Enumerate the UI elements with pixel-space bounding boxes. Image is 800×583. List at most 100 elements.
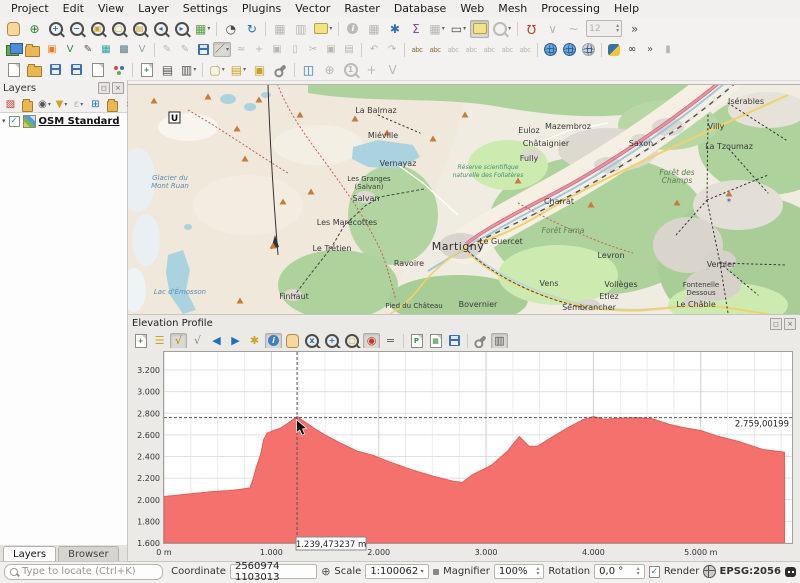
data-source-manager-button[interactable] (4, 42, 21, 57)
layer-expander-icon[interactable]: ▾ (2, 117, 6, 125)
toolbar-extension-button[interactable]: » (642, 42, 658, 57)
crs-status[interactable]: EPSG:2056 (720, 566, 781, 577)
select-features-button[interactable]: ▢▾ (207, 61, 226, 79)
new-map-view-button[interactable]: ▦▾ (193, 20, 212, 38)
zoom-last-button[interactable]: ◂ (151, 20, 170, 38)
capture-curve-button[interactable]: √ (170, 333, 187, 349)
show-layout-list-button[interactable]: ▥▾ (179, 61, 198, 79)
menu-plugins[interactable]: Plugins (235, 1, 288, 16)
project-new-button[interactable] (4, 61, 23, 79)
magnifier-spinbox[interactable]: 100% ▴▾ (494, 564, 544, 579)
measure-line-button[interactable]: ▭▾ (449, 20, 468, 38)
identify-features-button[interactable]: i (265, 333, 282, 349)
zoom-to-layer-button[interactable]: ▤ (130, 20, 149, 38)
zoom-full-button[interactable]: ▣ (88, 20, 107, 38)
zoom-in-button[interactable]: + (46, 20, 65, 38)
rotation-spinbox[interactable]: 0,0 ° ▴▾ (594, 564, 644, 579)
show-layer-tree-button[interactable]: ☰ (151, 333, 168, 349)
render-checkbox[interactable]: ✓ (649, 566, 660, 578)
layer-row-osm-standard[interactable]: ▾ ✓ OSM Standard (0, 113, 127, 129)
expand-all-button[interactable]: ⊞ (88, 97, 103, 112)
metasearch-services-button[interactable] (561, 42, 578, 57)
add-raster-layer-button[interactable]: ▩ (116, 42, 132, 57)
menu-edit[interactable]: Edit (56, 1, 91, 16)
layer-visibility-checkbox[interactable]: ✓ (9, 116, 20, 127)
mouse-position-icon[interactable]: ⊕ (321, 566, 330, 577)
project-save-as-button[interactable] (67, 61, 86, 79)
menu-mesh[interactable]: Mesh (491, 1, 534, 16)
menu-view[interactable]: View (91, 1, 131, 16)
layers-panel-float-button[interactable]: ◻ (98, 82, 110, 94)
layers-panel-close-button[interactable]: × (112, 82, 124, 94)
pan-to-selection-button[interactable]: ⊕ (25, 20, 44, 38)
tab-browser[interactable]: Browser (58, 546, 119, 562)
save-results-button[interactable] (446, 333, 463, 349)
snapping-button[interactable]: ◉ (363, 333, 380, 349)
spinner-arrows-icon[interactable]: ▴▾ (637, 567, 640, 577)
deselect-features-button[interactable]: ▣ (250, 61, 269, 79)
remove-layer-button[interactable] (105, 97, 120, 112)
pan-map-button[interactable] (4, 20, 23, 38)
spinner-arrows-icon[interactable]: ▴▾ (536, 567, 539, 577)
profile-panel-close-button[interactable]: × (784, 318, 796, 330)
menu-web[interactable]: Web (453, 1, 491, 16)
python-console-button[interactable] (606, 42, 622, 57)
annotations-button[interactable]: ▾ (312, 20, 334, 38)
layer-labeling-button[interactable]: abc (409, 42, 425, 57)
profile-panel-float-button[interactable]: ◻ (770, 318, 782, 330)
digitizing-size-spinbox[interactable]: 12▴▾ (586, 20, 622, 37)
metasearch-button[interactable] (542, 42, 559, 57)
nudge-right-button[interactable]: ▶ (227, 333, 244, 349)
select-by-form-button[interactable]: ▤▾ (229, 61, 248, 79)
tab-layers[interactable]: Layers (3, 546, 56, 562)
map-tips-button[interactable] (470, 20, 489, 38)
project-save-button[interactable] (46, 61, 65, 79)
add-layers-button[interactable]: + (132, 333, 149, 349)
dock-panel-button[interactable]: ▥ (491, 333, 508, 349)
scale-combobox[interactable]: 1:100062 ▾ (365, 564, 428, 579)
menu-database[interactable]: Database (387, 1, 454, 16)
zoom-full-button[interactable]: ▢ (343, 333, 361, 349)
layer-name[interactable]: OSM Standard (39, 116, 120, 127)
zoom-next-button[interactable]: ▸ (172, 20, 191, 38)
refresh-map-button[interactable]: ↻ (242, 20, 261, 38)
processing-toolbox-button[interactable]: ✱ (385, 20, 404, 38)
toolbar-extension-button[interactable]: » (625, 20, 644, 38)
add-mesh-layer-button[interactable]: ▦ (98, 42, 114, 57)
manage-map-themes-button[interactable]: ◉▾ (37, 97, 52, 112)
export-as-image-button[interactable]: ▦ (427, 333, 444, 349)
measure-distances-button[interactable]: = (382, 333, 399, 349)
options-button[interactable] (271, 61, 290, 79)
osm-map[interactable]: U ✶ La BalmazMiévilleVernayazLes Granges… (128, 85, 800, 315)
pan-profile-button[interactable] (284, 333, 301, 349)
add-group-button[interactable] (20, 97, 35, 112)
digitize-with-segment-button[interactable]: ／▾ (213, 42, 231, 57)
elevation-profile-chart[interactable]: 1.6001.8002.0002.2002.4002.6002.8003.000… (128, 348, 800, 563)
layout-manager-button[interactable]: ▤ (158, 61, 177, 79)
lock-scale-icon[interactable] (433, 569, 439, 575)
add-virtual-layer-button[interactable]: V (134, 42, 150, 57)
add-ogc-layer-button[interactable] (23, 42, 42, 57)
zoom-in-button[interactable]: + (323, 333, 341, 349)
add-delimited-text-layer-button[interactable]: ✎ (80, 42, 96, 57)
osm-place-search-button[interactable]: ∞ (624, 42, 640, 57)
layer-diagram-button[interactable]: abc (427, 42, 443, 57)
add-vector-layer-button[interactable]: V (62, 42, 78, 57)
new-print-layout-button[interactable]: + (137, 61, 156, 79)
menu-vector[interactable]: Vector (288, 1, 337, 16)
map-canvas[interactable]: U ✶ La BalmazMiévilleVernayazLes Granges… (128, 84, 800, 315)
project-properties-button[interactable] (88, 61, 107, 79)
project-open-button[interactable] (25, 61, 44, 79)
profile-options-button[interactable] (472, 333, 489, 349)
menu-layer[interactable]: Layer (131, 1, 176, 16)
open-layer-styling-button[interactable]: ▧ (3, 97, 18, 112)
locate-search-input[interactable]: Type to locate (Ctrl+K) (4, 564, 163, 580)
temporal-controller-button[interactable]: ◔ (221, 20, 240, 38)
statistical-summary-button[interactable]: Σ (406, 20, 425, 38)
menu-project[interactable]: Project (4, 1, 56, 16)
menu-processing[interactable]: Processing (534, 1, 607, 16)
add-geopackage-layer-button[interactable]: ▣ (44, 42, 60, 57)
enable-snapping-button[interactable]: Ω (522, 20, 541, 38)
coordinate-input[interactable]: 2560974 1103013 (230, 564, 317, 579)
menu-settings[interactable]: Settings (176, 1, 235, 16)
